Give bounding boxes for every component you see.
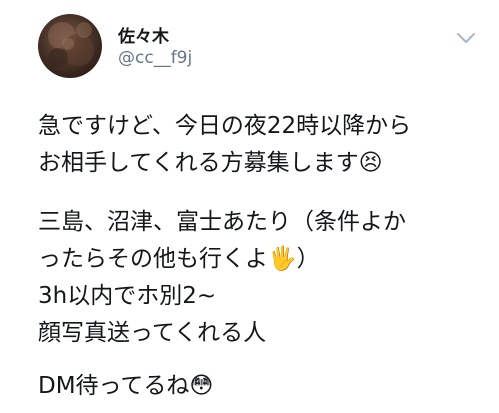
tweet-text-line: 3h以内でホ別2~ — [38, 283, 217, 309]
tweet-text-line: 顔写真送ってくれる人 — [38, 320, 267, 346]
tweet-text-line: 三島、沼津、富士あたり（条件よか — [38, 209, 406, 235]
chevron-down-icon[interactable] — [455, 30, 477, 46]
tweet-card: 佐々木 @cc__f9j 急ですけど、今日の夜22時以降から お相手してくれる方… — [0, 0, 499, 413]
tweet-text-line: ったらその他も行くよ🖐️） — [38, 246, 320, 272]
user-handle[interactable]: @cc__f9j — [118, 48, 192, 68]
avatar-image — [48, 22, 94, 68]
tweet-text-line: お相手してくれる方募集します😣 — [38, 150, 383, 176]
avatar[interactable] — [38, 14, 102, 78]
tweet-text-line: 急ですけど、今日の夜22時以降から — [38, 113, 412, 139]
display-name[interactable]: 佐々木 — [118, 22, 169, 47]
tweet-text-line: DM待ってるね😳 — [38, 373, 214, 399]
